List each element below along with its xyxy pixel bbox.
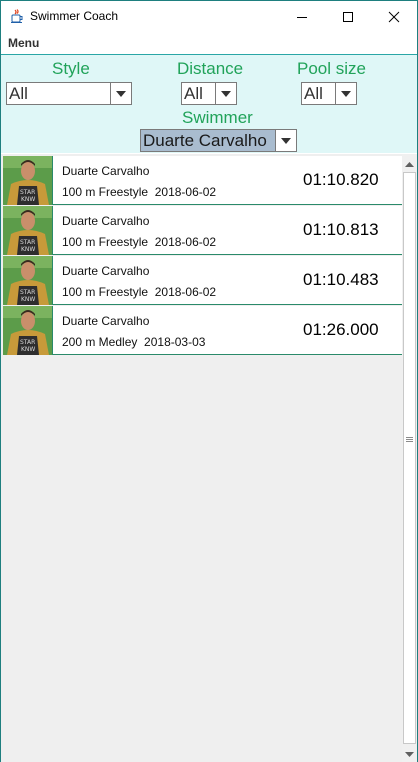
pool-size-dropdown-value: All: [304, 84, 323, 103]
event-detail: 200 m Medley 2018-03-03: [62, 335, 205, 349]
swimmer-name: Duarte Carvalho: [62, 214, 150, 228]
race-time: 01:10.483: [303, 270, 379, 289]
filter-panel: Style All Distance All Pool size All Swi…: [1, 54, 417, 153]
grip-icon: [406, 437, 413, 442]
swimmer-name: Duarte Carvalho: [62, 314, 150, 328]
event-name: 100 m Freestyle: [62, 235, 149, 249]
java-coffee-cup-icon: [9, 8, 25, 24]
swimmer-name: Duarte Carvalho: [62, 264, 150, 278]
svg-text:KNW: KNW: [21, 246, 35, 253]
results-list[interactable]: STAR KNW Duarte Carvalho 100 m Freestyle…: [1, 154, 417, 762]
style-dropdown-value: All: [9, 84, 28, 103]
style-dropdown[interactable]: All: [6, 82, 132, 105]
list-item[interactable]: STAR KNW Duarte Carvalho 100 m Freestyle…: [3, 206, 402, 255]
chevron-up-icon: [405, 161, 414, 167]
pool-size-dropdown[interactable]: All: [301, 82, 357, 105]
svg-text:STAR: STAR: [20, 339, 35, 346]
race-time: 01:26.000: [303, 320, 379, 339]
swimmer-avatar: STAR KNW: [3, 156, 53, 205]
distance-dropdown[interactable]: All: [181, 82, 237, 105]
event-name: 200 m Medley: [62, 335, 138, 349]
svg-text:KNW: KNW: [21, 346, 35, 353]
event-detail: 100 m Freestyle 2018-06-02: [62, 285, 216, 299]
swimmer-name: Duarte Carvalho: [62, 164, 150, 178]
svg-text:KNW: KNW: [21, 196, 35, 203]
event-detail: 100 m Freestyle 2018-06-02: [62, 235, 216, 249]
svg-text:STAR: STAR: [20, 189, 35, 196]
swimmer-avatar: STAR KNW: [3, 306, 53, 355]
swimmer-dropdown-value: Duarte Carvalho: [143, 131, 267, 150]
style-label: Style: [52, 59, 90, 78]
list-item[interactable]: STAR KNW Duarte Carvalho 100 m Freestyle…: [3, 256, 402, 305]
event-name: 100 m Freestyle: [62, 185, 149, 199]
race-time: 01:10.813: [303, 220, 379, 239]
event-date: 2018-06-02: [154, 235, 217, 249]
event-name: 100 m Freestyle: [62, 285, 149, 299]
pool-size-label: Pool size: [297, 59, 366, 78]
minimize-button[interactable]: [279, 1, 325, 32]
swimmer-avatar: STAR KNW: [3, 256, 53, 305]
scroll-up-button[interactable]: [402, 156, 417, 172]
event-detail: 100 m Freestyle 2018-06-02: [62, 185, 216, 199]
title-bar[interactable]: Swimmer Coach: [1, 1, 417, 32]
menu-bar: Menu: [1, 32, 417, 54]
svg-text:STAR: STAR: [20, 239, 35, 246]
scroll-down-button[interactable]: [402, 746, 417, 762]
chevron-down-icon[interactable]: [335, 83, 356, 104]
close-icon: [388, 11, 400, 22]
maximize-button[interactable]: [325, 1, 371, 32]
svg-text:STAR: STAR: [20, 289, 35, 296]
event-date: 2018-06-02: [154, 185, 217, 199]
list-item[interactable]: STAR KNW Duarte Carvalho 200 m Medley 20…: [3, 306, 402, 355]
event-date: 2018-03-03: [144, 335, 206, 349]
chevron-down-icon[interactable]: [110, 83, 131, 104]
minimize-icon: [297, 16, 307, 18]
app-window: Swimmer Coach Menu Style All Distance Al…: [0, 0, 418, 762]
chevron-down-icon[interactable]: [215, 83, 236, 104]
race-time: 01:10.820: [303, 170, 379, 189]
distance-dropdown-value: All: [184, 84, 203, 103]
scrollbar-thumb[interactable]: [403, 172, 416, 744]
swimmer-dropdown[interactable]: Duarte Carvalho: [140, 129, 297, 152]
svg-text:KNW: KNW: [21, 296, 35, 303]
maximize-icon: [343, 11, 353, 22]
swimmer-avatar: STAR KNW: [3, 206, 53, 255]
close-button[interactable]: [371, 1, 417, 32]
chevron-down-icon[interactable]: [275, 130, 296, 151]
window-title: Swimmer Coach: [30, 9, 119, 23]
event-date: 2018-06-02: [154, 285, 217, 299]
swimmer-label: Swimmer: [182, 108, 253, 127]
vertical-scrollbar[interactable]: [402, 154, 417, 762]
distance-label: Distance: [177, 59, 244, 78]
list-item[interactable]: STAR KNW Duarte Carvalho 100 m Freestyle…: [3, 156, 402, 205]
menu-item-menu[interactable]: Menu: [8, 36, 39, 50]
chevron-down-icon: [405, 751, 414, 757]
